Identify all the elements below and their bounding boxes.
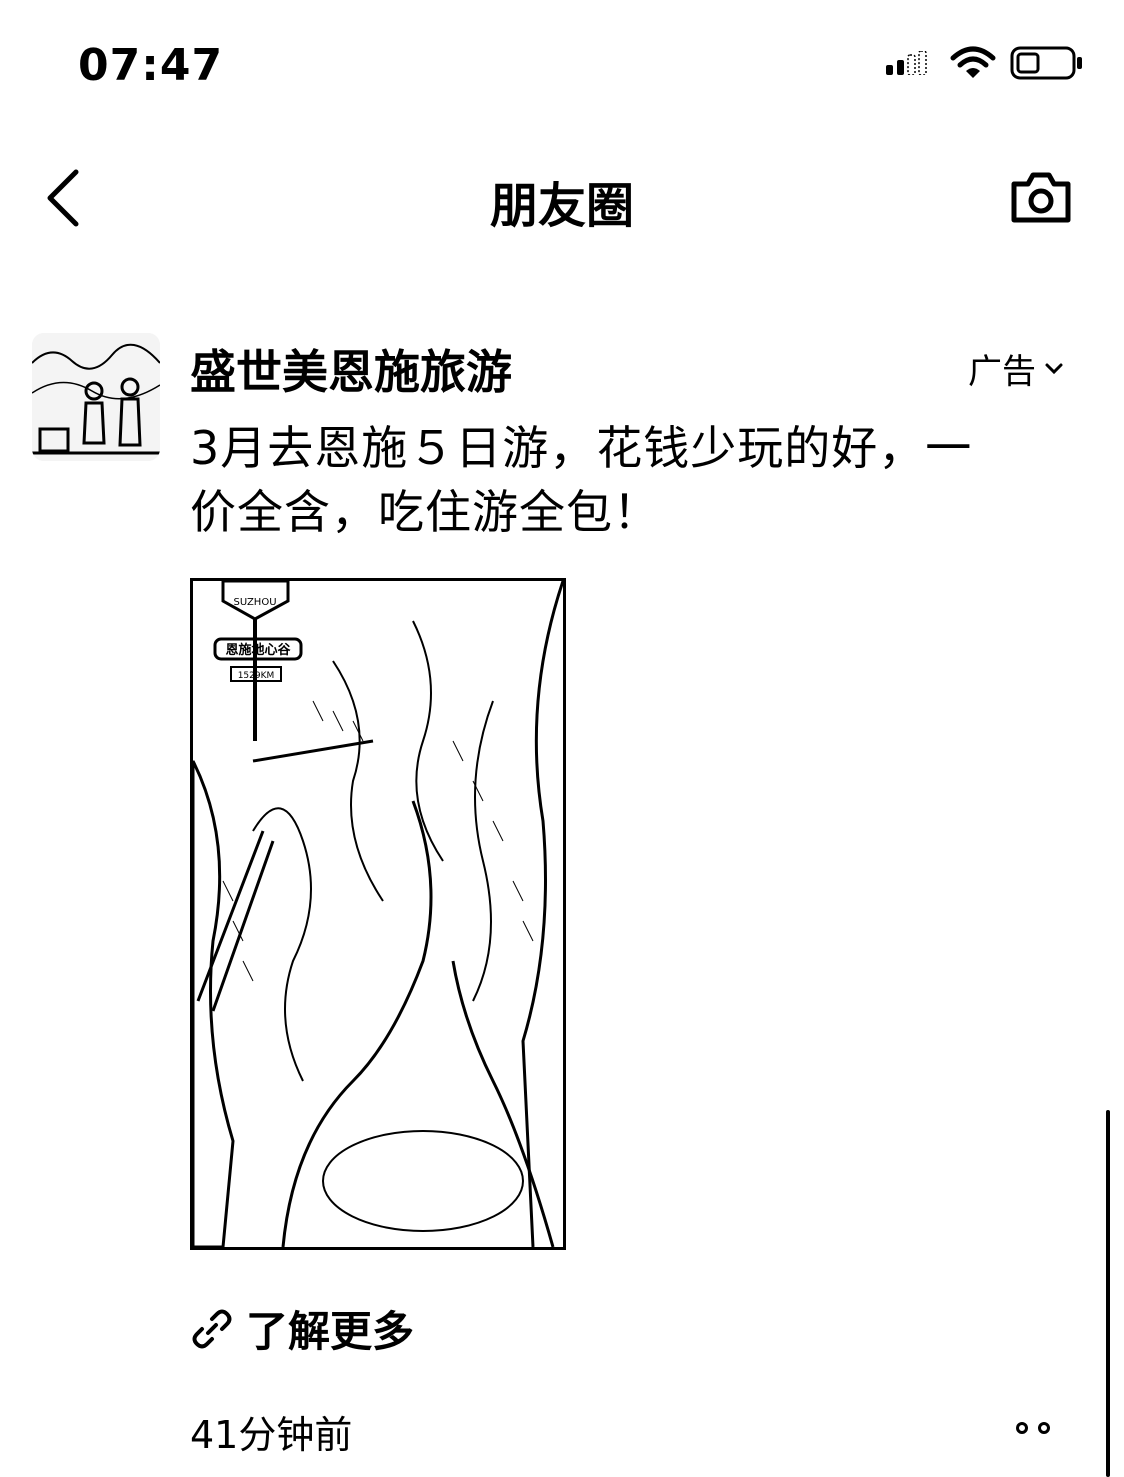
- link-icon: [192, 1309, 232, 1348]
- post-timestamp: 41分钟前: [190, 1413, 353, 1457]
- page-title: 朋友圈: [489, 178, 634, 234]
- post-text: 3月去恩施５日游，花钱少玩的好，一 价全含，吃住游全包！: [190, 416, 1070, 544]
- chevron-down-icon: [1045, 363, 1063, 374]
- author-avatar[interactable]: [32, 333, 160, 461]
- ad-label-button[interactable]: 广告: [968, 344, 1064, 393]
- learn-more-text: 了解更多: [246, 1307, 415, 1356]
- more-dots-icon[interactable]: [1016, 1418, 1060, 1438]
- avatar-image: [32, 333, 160, 461]
- dot: [1016, 1422, 1028, 1434]
- canyon-photo: SUZHOU 恩施地心谷 1529KM: [193, 581, 563, 1247]
- wifi-icon: [950, 46, 996, 78]
- author-name[interactable]: 盛世美恩施旅游: [190, 336, 512, 402]
- moments-screen: 07:47 朋友圈 盛世美恩施旅游 广告 3月去恩施５日游，花钱少玩的好，一 价…: [0, 0, 1124, 1477]
- post-text-line: 3月去恩施５日游，花钱少玩的好，一: [190, 421, 973, 475]
- post-text-line: 价全含，吃住游全包！: [190, 485, 660, 539]
- status-time: 07:47: [78, 40, 224, 91]
- camera-button[interactable]: [1010, 170, 1072, 224]
- post-image[interactable]: SUZHOU 恩施地心谷 1529KM: [190, 578, 566, 1250]
- battery-icon: [1010, 46, 1082, 80]
- scrollbar[interactable]: [1106, 1110, 1110, 1477]
- ad-label-text: 广告: [968, 352, 1036, 392]
- sign-top-text: SUZHOU: [233, 597, 276, 608]
- sign-name-text: 恩施地心谷: [225, 642, 291, 658]
- learn-more-link[interactable]: 了解更多: [192, 1298, 414, 1359]
- camera-icon: [1011, 172, 1071, 223]
- status-icons: [886, 46, 1084, 80]
- cellular-signal-icon: [886, 51, 927, 75]
- dot: [1038, 1422, 1050, 1434]
